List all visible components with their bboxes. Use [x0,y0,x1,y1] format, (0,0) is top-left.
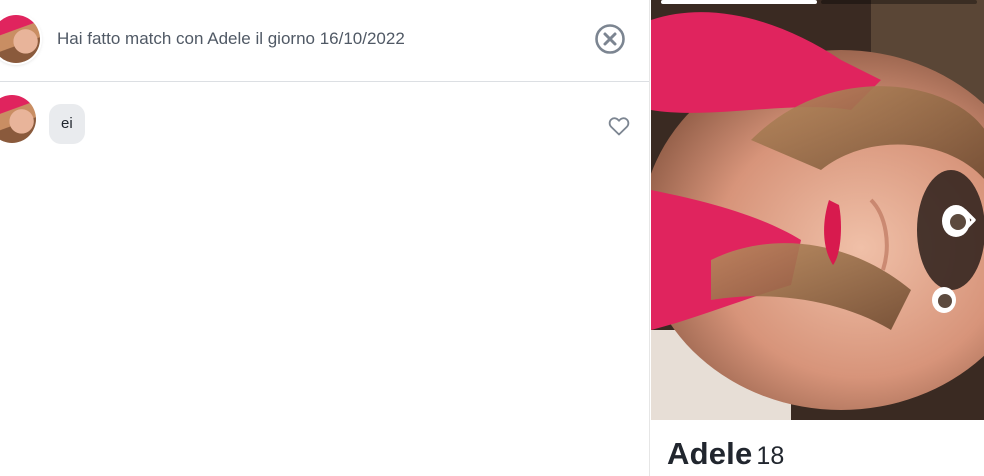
message-row: ei [0,95,649,147]
message-bubble[interactable]: ei [49,104,85,144]
app-root: Hai fatto match con Adele il giorno 16/1… [0,0,984,476]
match-info-text: Hai fatto match con Adele il giorno 16/1… [57,29,405,48]
chat-header: Hai fatto match con Adele il giorno 16/1… [0,0,649,82]
sender-avatar[interactable] [0,95,36,143]
profile-pane: Adele 18 [649,0,984,476]
profile-name: Adele [667,436,753,471]
photo-progress-indicator [661,0,977,4]
profile-age: 18 [756,442,785,470]
close-chat-button[interactable] [594,23,626,55]
heart-outline-icon [608,117,630,136]
photo-indicator-active[interactable] [661,0,817,4]
profile-photo-image [651,0,984,420]
avatar-image [0,95,36,143]
chat-pane: Hai fatto match con Adele il giorno 16/1… [0,0,649,476]
close-circle-icon [595,24,625,54]
profile-photo[interactable] [651,0,984,420]
photo-indicator-inactive[interactable] [821,0,977,4]
profile-name-row: Adele 18 [667,436,784,472]
next-photo-button[interactable] [959,206,979,234]
match-avatar[interactable] [0,15,40,63]
avatar-image [0,15,40,63]
like-message-button[interactable] [607,114,631,138]
chevron-right-icon [963,209,976,231]
